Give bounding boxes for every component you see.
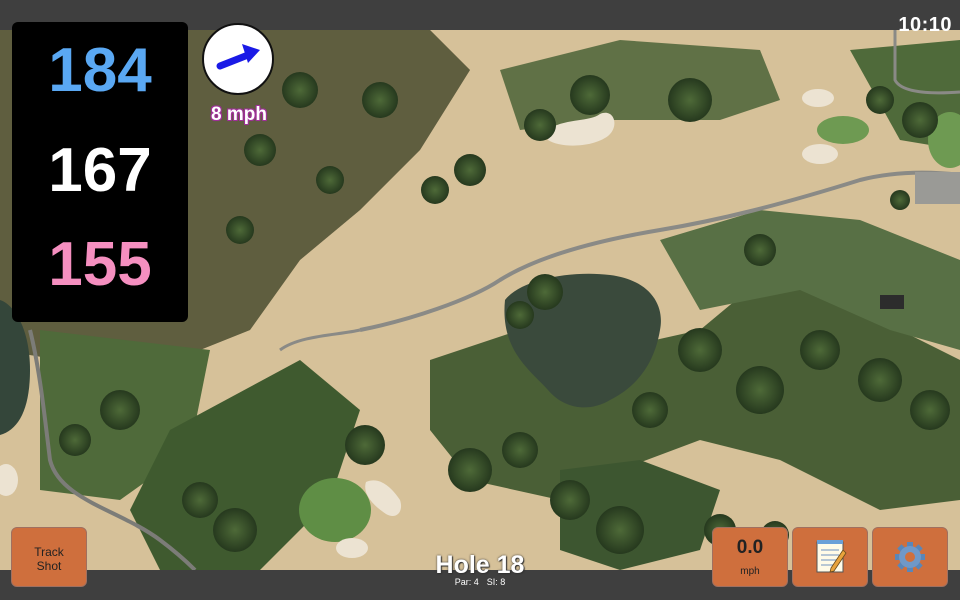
clock: 10:10 [898,14,952,36]
settings-button[interactable] [872,527,948,587]
yardage-front: 155 [48,230,152,299]
notes-button[interactable] [792,527,868,587]
wind-arrow-icon [216,44,260,70]
hole-stroke-index: SI: 8 [486,577,506,587]
hole-title: Hole 18 [435,551,525,579]
speed-unit: mph [740,566,760,577]
wind-indicator [202,23,274,95]
track-shot-label-line2: Shot [36,559,62,573]
yardage-back: 184 [48,36,152,105]
speed-value: 0.0 [736,537,764,558]
speed-button[interactable]: 0.0 mph [712,527,788,587]
gear-icon [895,542,925,572]
track-shot-label-line1: Track [34,545,64,559]
notepad-icon [816,540,847,573]
hole-info: Par: 4 SI: 8 [380,577,580,587]
track-shot-button[interactable]: Track Shot [11,527,87,587]
wind-speed-label: 8 mph [211,104,267,125]
hole-par: Par: 4 [454,577,479,587]
yardage-panel: 184 167 155 [12,22,188,322]
yardage-middle: 167 [48,136,152,205]
